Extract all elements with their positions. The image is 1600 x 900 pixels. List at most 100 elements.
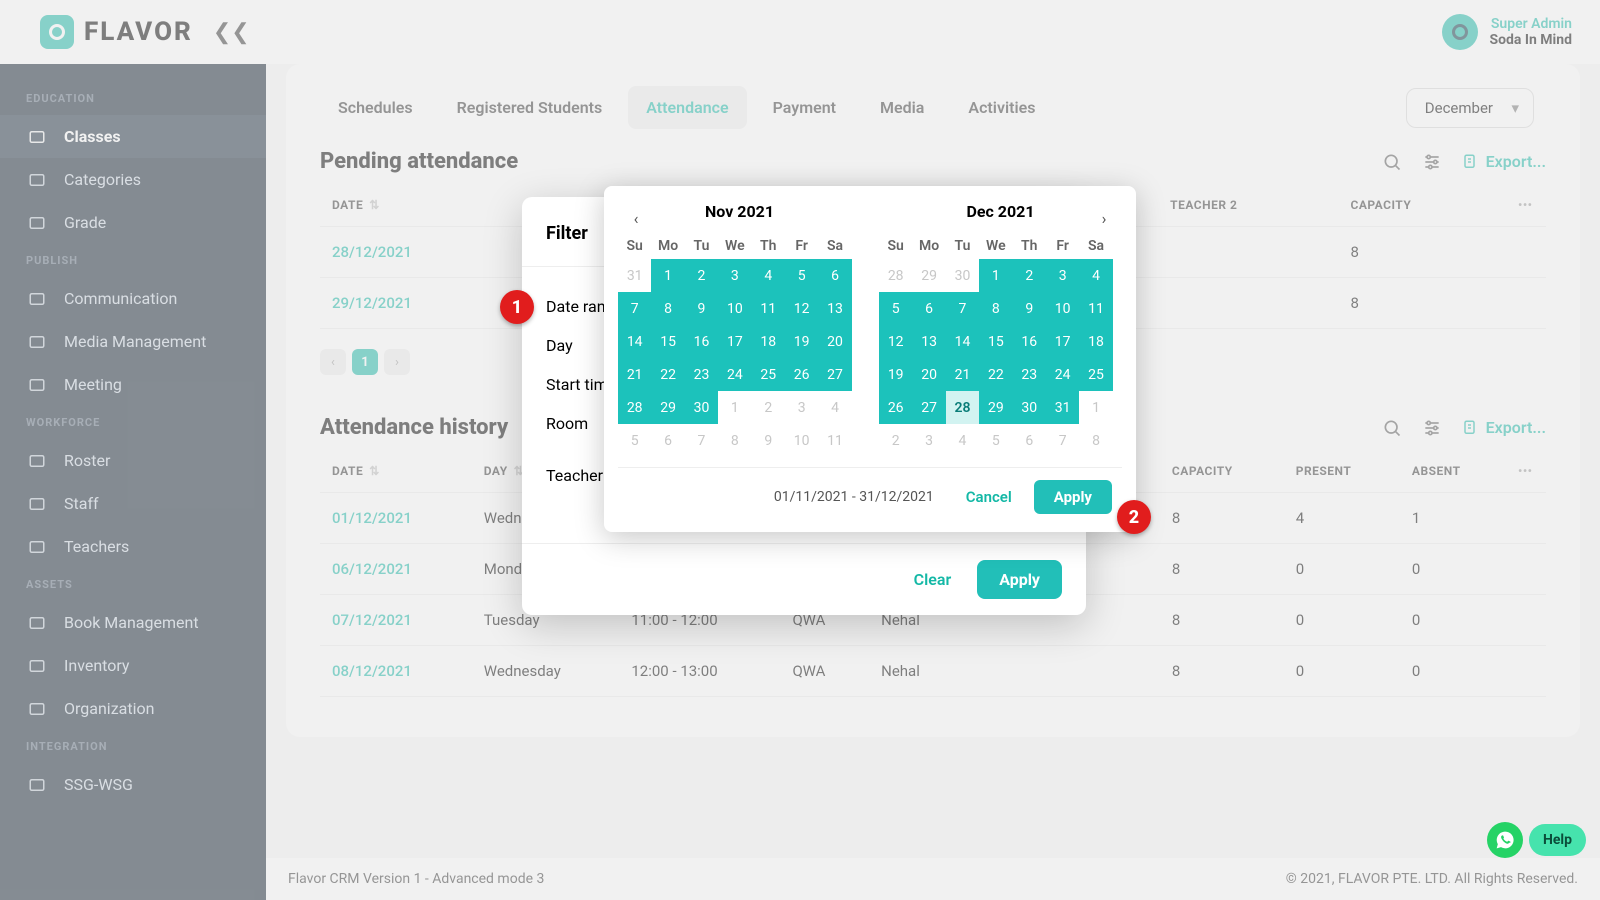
calendar-day[interactable]: 17 [718,325,751,358]
calendar-day[interactable]: 24 [718,358,751,391]
calendar-day[interactable]: 4 [752,259,785,292]
calendar-day[interactable]: 17 [1046,325,1079,358]
calendar-day[interactable]: 4 [1079,259,1112,292]
calendar-day[interactable]: 11 [752,292,785,325]
dayheader: Mo [651,233,684,259]
calendar-day[interactable]: 23 [1013,358,1046,391]
calendar-day[interactable]: 4 [818,391,851,424]
calendar-day[interactable]: 1 [651,259,684,292]
calendar-day[interactable]: 18 [1079,325,1112,358]
calendar-day[interactable]: 8 [651,292,684,325]
help-button[interactable]: Help [1529,824,1586,856]
calendar-day[interactable]: 2 [879,424,912,457]
calendar-day[interactable]: 14 [618,325,651,358]
calendar-day[interactable]: 20 [912,358,945,391]
calendar-day[interactable]: 14 [946,325,979,358]
calendar-day[interactable]: 5 [979,424,1012,457]
dayheader: Su [618,233,651,259]
calendar-day[interactable]: 27 [912,391,945,424]
calendar-day[interactable]: 12 [879,325,912,358]
calendar-day[interactable]: 12 [785,292,818,325]
calendar-day[interactable]: 19 [879,358,912,391]
calendar-day[interactable]: 29 [979,391,1012,424]
calendar-day[interactable]: 11 [818,424,851,457]
calendar-day[interactable]: 28 [618,391,651,424]
calendar-day[interactable]: 23 [685,358,718,391]
calendar-day[interactable]: 21 [946,358,979,391]
calendar-day[interactable]: 6 [651,424,684,457]
calendar-day[interactable]: 9 [685,292,718,325]
calendar-day[interactable]: 20 [818,325,851,358]
calendar-day[interactable]: 11 [1079,292,1112,325]
calendar-day[interactable]: 1 [1079,391,1112,424]
calendar-day[interactable]: 13 [912,325,945,358]
calendar-day[interactable]: 2 [685,259,718,292]
calendar-day[interactable]: 30 [1013,391,1046,424]
calendar-day[interactable]: 6 [912,292,945,325]
calendar-day[interactable]: 3 [718,259,751,292]
calendar-day[interactable]: 21 [618,358,651,391]
calendar-day[interactable]: 7 [618,292,651,325]
calendar-day[interactable]: 28 [946,391,979,424]
calendar-day[interactable]: 7 [946,292,979,325]
calendar-day[interactable]: 26 [879,391,912,424]
whatsapp-icon[interactable] [1487,822,1523,858]
calendar-day[interactable]: 7 [685,424,718,457]
calendar-day[interactable]: 8 [718,424,751,457]
calendar-day[interactable]: 5 [785,259,818,292]
calendar-day[interactable]: 1 [979,259,1012,292]
datepicker-cancel-button[interactable]: Cancel [966,488,1012,506]
calendar-day[interactable]: 6 [1013,424,1046,457]
calendar-day[interactable]: 2 [752,391,785,424]
calendar-day[interactable]: 25 [1079,358,1112,391]
calendar-day[interactable]: 31 [618,259,651,292]
calendar-day[interactable]: 3 [1046,259,1079,292]
dayheader: Fr [1046,233,1079,259]
filter-apply-button[interactable]: Apply [977,560,1062,599]
calendar-day[interactable]: 9 [1013,292,1046,325]
calendar-day[interactable]: 8 [979,292,1012,325]
dayheader: We [718,233,751,259]
calendar-day[interactable]: 3 [785,391,818,424]
calendar-day[interactable]: 24 [1046,358,1079,391]
calendar-day[interactable]: 2 [1013,259,1046,292]
calendar-day[interactable]: 1 [718,391,751,424]
filter-clear-button[interactable]: Clear [914,570,952,589]
calendar-day[interactable]: 10 [785,424,818,457]
calendar-day[interactable]: 4 [946,424,979,457]
calendar-day[interactable]: 30 [946,259,979,292]
calendar-day[interactable]: 5 [879,292,912,325]
datepicker-apply-button[interactable]: Apply [1034,480,1112,514]
calendar-day[interactable]: 30 [685,391,718,424]
calendar-day[interactable]: 28 [879,259,912,292]
calendar-day[interactable]: 31 [1046,391,1079,424]
calendar-day[interactable]: 25 [752,358,785,391]
calendar-right-title: Dec 2021 [879,202,1122,221]
calendar-day[interactable]: 13 [818,292,851,325]
date-range-picker: ‹ › Nov 2021 SuMoTuWeThFrSa3112345678910… [604,186,1136,532]
calendar-day[interactable]: 22 [651,358,684,391]
calendar-day[interactable]: 16 [685,325,718,358]
calendar-day[interactable]: 8 [1079,424,1112,457]
calendar-day[interactable]: 10 [1046,292,1079,325]
calendar-day[interactable]: 19 [785,325,818,358]
calendar-day[interactable]: 9 [752,424,785,457]
calendar-day[interactable]: 5 [618,424,651,457]
calendar-day[interactable]: 3 [912,424,945,457]
calendar-day[interactable]: 18 [752,325,785,358]
calendar-day[interactable]: 10 [718,292,751,325]
next-month-icon[interactable]: › [1092,206,1116,230]
dayheader: Th [752,233,785,259]
annotation-1: 1 [500,290,534,324]
calendar-day[interactable]: 29 [912,259,945,292]
calendar-day[interactable]: 7 [1046,424,1079,457]
calendar-day[interactable]: 6 [818,259,851,292]
calendar-day[interactable]: 15 [979,325,1012,358]
calendar-day[interactable]: 27 [818,358,851,391]
calendar-day[interactable]: 29 [651,391,684,424]
calendar-day[interactable]: 15 [651,325,684,358]
calendar-day[interactable]: 22 [979,358,1012,391]
calendar-day[interactable]: 16 [1013,325,1046,358]
calendar-day[interactable]: 26 [785,358,818,391]
prev-month-icon[interactable]: ‹ [624,206,648,230]
